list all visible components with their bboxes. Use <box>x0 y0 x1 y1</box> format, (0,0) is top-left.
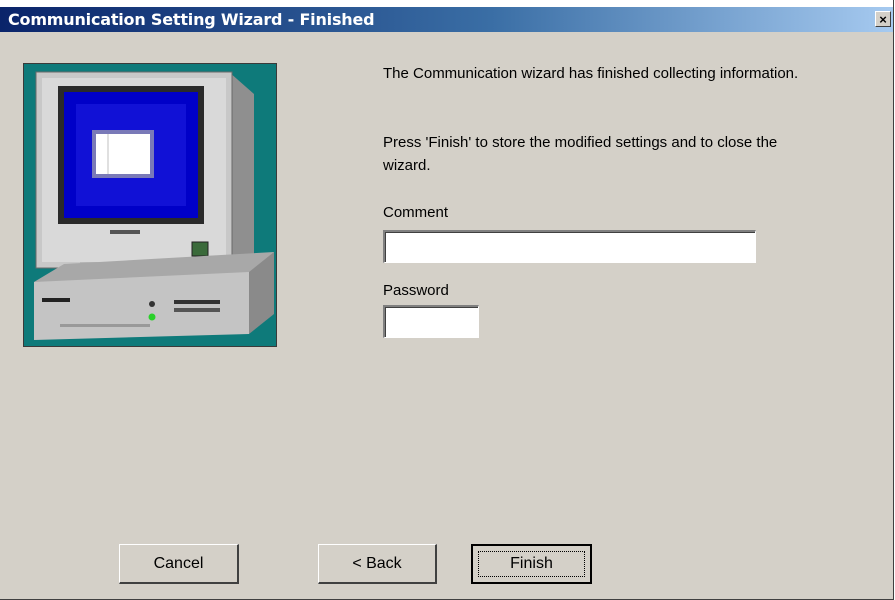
password-label: Password <box>383 282 449 299</box>
back-button[interactable]: < Back <box>318 544 437 584</box>
cancel-button-label: Cancel <box>153 554 204 572</box>
top-strip <box>0 0 893 7</box>
comment-field[interactable] <box>383 230 756 263</box>
close-button[interactable]: × <box>875 11 891 27</box>
back-button-label: < Back <box>352 554 402 572</box>
password-field[interactable] <box>383 305 479 338</box>
window-title: Communication Setting Wizard - Finished <box>8 10 375 29</box>
finished-message: The Communication wizard has finished co… <box>383 65 799 82</box>
finish-button[interactable]: Finish <box>471 544 592 584</box>
finish-button-label: Finish <box>510 555 553 572</box>
wizard-window: Communication Setting Wizard - Finished … <box>0 0 894 600</box>
title-bar: Communication Setting Wizard - Finished … <box>0 7 893 32</box>
close-icon: × <box>879 12 887 27</box>
finish-instructions: Press 'Finish' to store the modified set… <box>383 134 778 174</box>
comment-label: Comment <box>383 204 449 221</box>
computer-illustration-icon <box>23 63 277 347</box>
cancel-button[interactable]: Cancel <box>119 544 239 584</box>
